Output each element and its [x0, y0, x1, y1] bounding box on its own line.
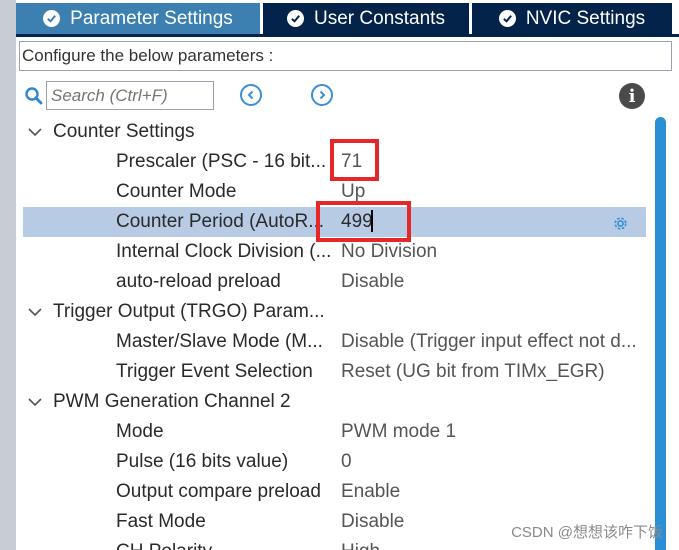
param-value[interactable]: PWM mode 1 [341, 417, 646, 447]
param-label: Counter Mode [116, 181, 237, 202]
param-row-pulse[interactable]: Pulse (16 bits value) 0 [16, 447, 654, 477]
watermark: CSDN @想想该咋下饭 [511, 524, 663, 541]
search-input[interactable] [46, 81, 214, 110]
chevron-down-icon [28, 398, 42, 407]
param-value[interactable]: 0 [341, 447, 646, 477]
param-value[interactable]: Enable [341, 477, 646, 507]
group-label: PWM Generation Channel 2 [53, 391, 291, 412]
param-label: Prescaler (PSC - 16 bit... [116, 151, 327, 172]
param-label: Mode [116, 421, 164, 442]
tab-label: User Constants [314, 7, 445, 29]
group-label: Counter Settings [53, 121, 195, 142]
param-label: Counter Period (AutoR... [116, 211, 325, 232]
param-value[interactable]: 71 [341, 147, 646, 177]
param-label: Master/Slave Mode (M... [116, 331, 323, 352]
text-cursor [371, 210, 373, 232]
highlight-box-counter-period [316, 201, 411, 242]
tab-label: Parameter Settings [70, 7, 233, 29]
param-row-output-compare-preload[interactable]: Output compare preload Enable [16, 477, 654, 507]
tab-bar: Parameter Settings User Constants NVIC S… [16, 0, 679, 36]
group-trigger-output[interactable]: Trigger Output (TRGO) Param... [16, 297, 654, 327]
description-box: Configure the below parameters : [19, 41, 672, 71]
param-label: Internal Clock Division (... [116, 241, 332, 262]
window-left-border [0, 0, 16, 550]
param-value[interactable]: Reset (UG bit from TIMx_EGR) [341, 357, 646, 387]
chevron-down-icon [28, 128, 42, 137]
scrollbar-thumb[interactable] [655, 117, 666, 550]
gear-icon[interactable] [612, 215, 629, 232]
param-label: Output compare preload [116, 481, 321, 502]
tab-nvic-settings[interactable]: NVIC Settings [472, 3, 672, 34]
group-pwm-channel-2[interactable]: PWM Generation Channel 2 [16, 387, 654, 417]
check-circle-icon [43, 10, 61, 27]
param-label: Trigger Event Selection [116, 361, 313, 382]
param-label: auto-reload preload [116, 271, 281, 292]
check-circle-icon [498, 10, 516, 27]
tab-label: NVIC Settings [525, 7, 646, 29]
tab-parameter-settings[interactable]: Parameter Settings [16, 3, 263, 34]
chevron-left-icon [247, 90, 254, 100]
chevron-down-icon [28, 308, 42, 317]
param-row-trigger-event-selection[interactable]: Trigger Event Selection Reset (UG bit fr… [16, 357, 654, 387]
param-label: CH Polarity [116, 537, 332, 550]
tab-user-constants[interactable]: User Constants [263, 3, 472, 34]
group-label: Trigger Output (TRGO) Param... [53, 301, 325, 322]
next-button[interactable] [311, 84, 333, 106]
tab-underline [16, 34, 679, 37]
previous-button[interactable] [240, 84, 262, 106]
check-circle-icon [287, 10, 305, 27]
param-row-mode[interactable]: Mode PWM mode 1 [16, 417, 654, 447]
param-row-master-slave-mode[interactable]: Master/Slave Mode (M... Disable (Trigger… [16, 327, 654, 357]
chevron-right-icon [319, 90, 326, 100]
info-icon: i [628, 85, 636, 107]
highlight-box-prescaler [330, 139, 379, 181]
param-value[interactable]: Disable [341, 267, 646, 297]
param-label: Pulse (16 bits value) [116, 451, 289, 472]
info-button[interactable]: i [619, 83, 645, 109]
param-label: Fast Mode [116, 511, 206, 532]
search-icon [25, 87, 43, 105]
param-value[interactable]: Disable (Trigger input effect not d... [341, 327, 646, 357]
param-row-auto-reload-preload[interactable]: auto-reload preload Disable [16, 267, 654, 297]
